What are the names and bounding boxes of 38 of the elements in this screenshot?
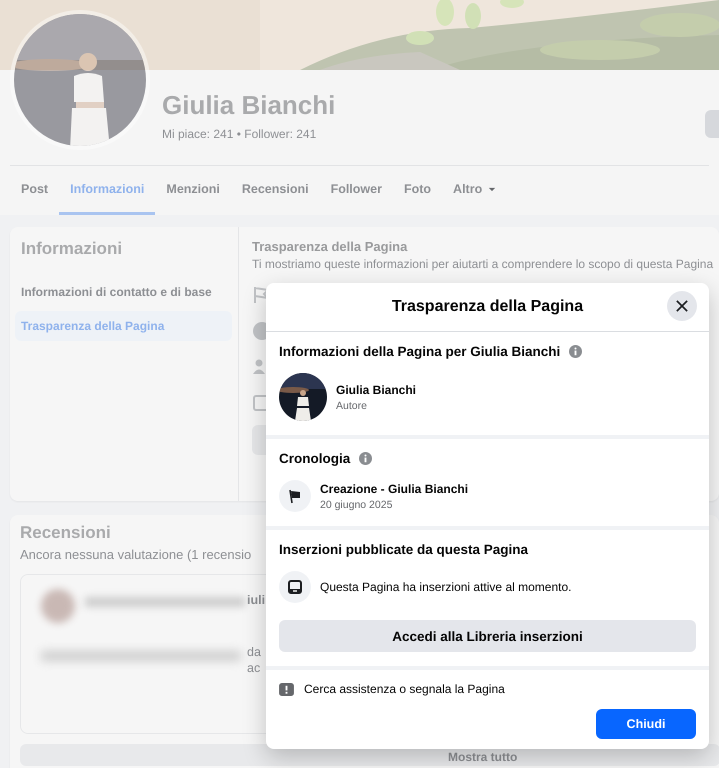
close-icon [676,300,688,312]
tab[interactable]: Post [10,166,60,215]
reviews-summary: Ancora nessuna valutazione (1 recensio [20,547,252,562]
owner-role: Autore [336,400,368,412]
section-title: Recensioni [20,523,111,543]
section-title: Informazioni [21,239,124,259]
page-stats: Mi piace: 241 • Follower: 241 [162,127,318,141]
ads-icon [279,571,311,603]
owner-name: Giulia Bianchi [336,382,416,396]
section-heading: Cronologia [279,451,350,466]
info-icon[interactable] [569,345,582,358]
text-fragment: da [247,645,261,659]
text-fragment: ac [247,661,260,675]
close-button[interactable]: Chiudi [596,709,696,739]
section-heading: Informazioni della Pagina per Giulia Bianchi [279,344,560,359]
tab[interactable]: Recensioni [230,166,320,215]
flag-icon [279,480,311,512]
event-title: Creazione - Giulia Bianchi [320,482,468,496]
warning-icon [279,682,294,696]
close-button[interactable] [667,291,697,321]
page-name: Giulia Bianchi [162,90,336,121]
dialog-title: Trasparenza della Pagina [392,298,584,316]
sidebar-item[interactable]: Trasparenza della Pagina [15,311,232,341]
text-fragment: iuli [247,593,266,607]
blurred-avatar [41,589,75,623]
section-heading: Inserzioni pubblicate da questa Pagina [279,542,528,557]
panel-description: Ti mostriamo queste informazioni per aiutarti a comprendere lo scopo di questa Pagina [252,257,714,271]
ads-status: Questa Pagina ha inserzioni attive al momento. [320,580,572,594]
report-link[interactable]: Cerca assistenza o segnala la Pagina [304,682,505,696]
ad-library-button[interactable]: Accedi alla Libreria inserzioni [279,620,696,652]
tab[interactable]: Menzioni [155,166,231,215]
info-icon[interactable] [359,452,372,465]
sidebar-item[interactable]: Informazioni di contatto e di base [15,277,232,307]
tab[interactable]: Follower [320,166,393,215]
panel-title: Trasparenza della Pagina [252,239,408,254]
tab[interactable]: Foto [392,166,442,215]
event-date: 20 giugno 2025 [320,498,394,510]
tab[interactable]: Altro [442,166,508,215]
